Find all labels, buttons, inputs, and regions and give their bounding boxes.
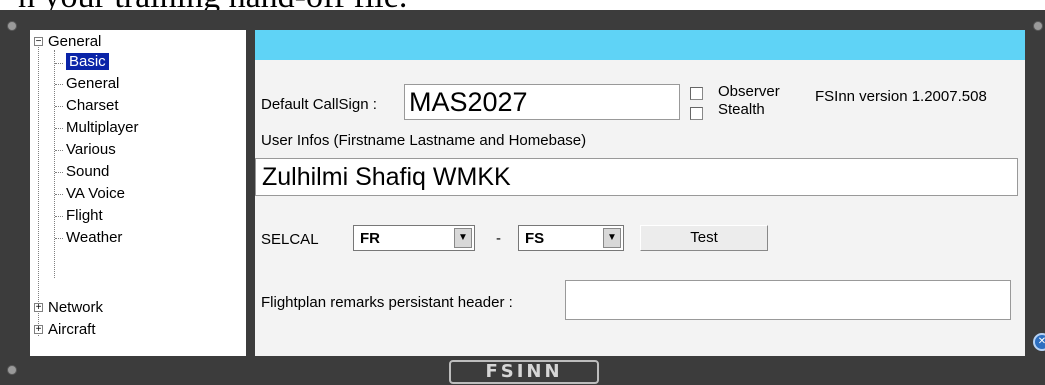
selcal-second-value: FS [525,230,545,247]
tree-item-label: Multiplayer [66,119,139,136]
observer-label: Observer [718,83,780,100]
tree-item-label: Charset [66,97,119,114]
expand-icon[interactable]: + [34,303,43,313]
tree-item-various[interactable]: Various [66,140,116,160]
fsinn-logo: FSINN [449,360,599,384]
chevron-down-icon[interactable]: ▼ [454,228,472,248]
tree-item-weather[interactable]: Weather [66,228,122,248]
tree-item-label: Basic [65,52,110,71]
callsign-input[interactable]: MAS2027 [404,84,680,120]
selcal-first-select[interactable]: FR ▼ [353,225,475,251]
screw-icon [7,21,17,31]
test-button[interactable]: Test [640,225,768,251]
selcal-label: SELCAL [261,231,319,248]
screw-icon [1033,21,1043,31]
tree-item-label: Weather [66,229,123,246]
tree-item-label: General [66,75,120,92]
userinfo-input[interactable]: Zulhilmi Shafiq WMKK [255,158,1018,196]
tree-item-flight[interactable]: Flight [66,206,103,226]
observer-checkbox[interactable] [690,87,703,100]
remarks-label: Flightplan remarks persistant header : [261,294,513,311]
version-label: FSInn version 1.2007.508 [815,88,987,105]
tree-item-label: Network [48,299,104,316]
tree-item-multiplayer[interactable]: Multiplayer [66,118,139,138]
callsign-label: Default CallSign : [261,96,377,113]
settings-tree[interactable]: − General Basic General Charset Multipla… [30,30,246,356]
header-bar [255,30,1025,60]
tree-item-label: VA Voice [66,185,125,202]
remarks-input[interactable] [565,280,1011,320]
tree-item-label: Flight [66,207,103,224]
stealth-checkbox[interactable] [690,107,703,120]
tree-item-basic[interactable]: Basic [65,52,110,72]
tree-item-sound[interactable]: Sound [66,162,109,182]
selcal-second-select[interactable]: FS ▼ [518,225,624,251]
tree-item-label: Various [66,141,116,158]
chevron-down-icon[interactable]: ▼ [603,228,621,248]
tree-item-general-sub[interactable]: General [66,74,119,94]
expand-icon[interactable]: + [34,325,43,335]
screw-icon [7,365,17,375]
stealth-label: Stealth [718,101,765,118]
collapse-icon[interactable]: − [34,37,43,47]
tree-item-label: Aircraft [48,321,96,338]
selcal-dash: - [496,230,501,247]
close-icon[interactable]: ✕ [1033,333,1045,351]
tree-item-charset[interactable]: Charset [66,96,119,116]
tree-item-va-voice[interactable]: VA Voice [66,184,125,204]
userinfo-label: User Infos (Firstname Lastname and Homeb… [261,132,587,149]
tree-item-label: General [48,33,102,50]
tree-item-label: Sound [66,163,110,180]
selcal-first-value: FR [360,230,380,247]
